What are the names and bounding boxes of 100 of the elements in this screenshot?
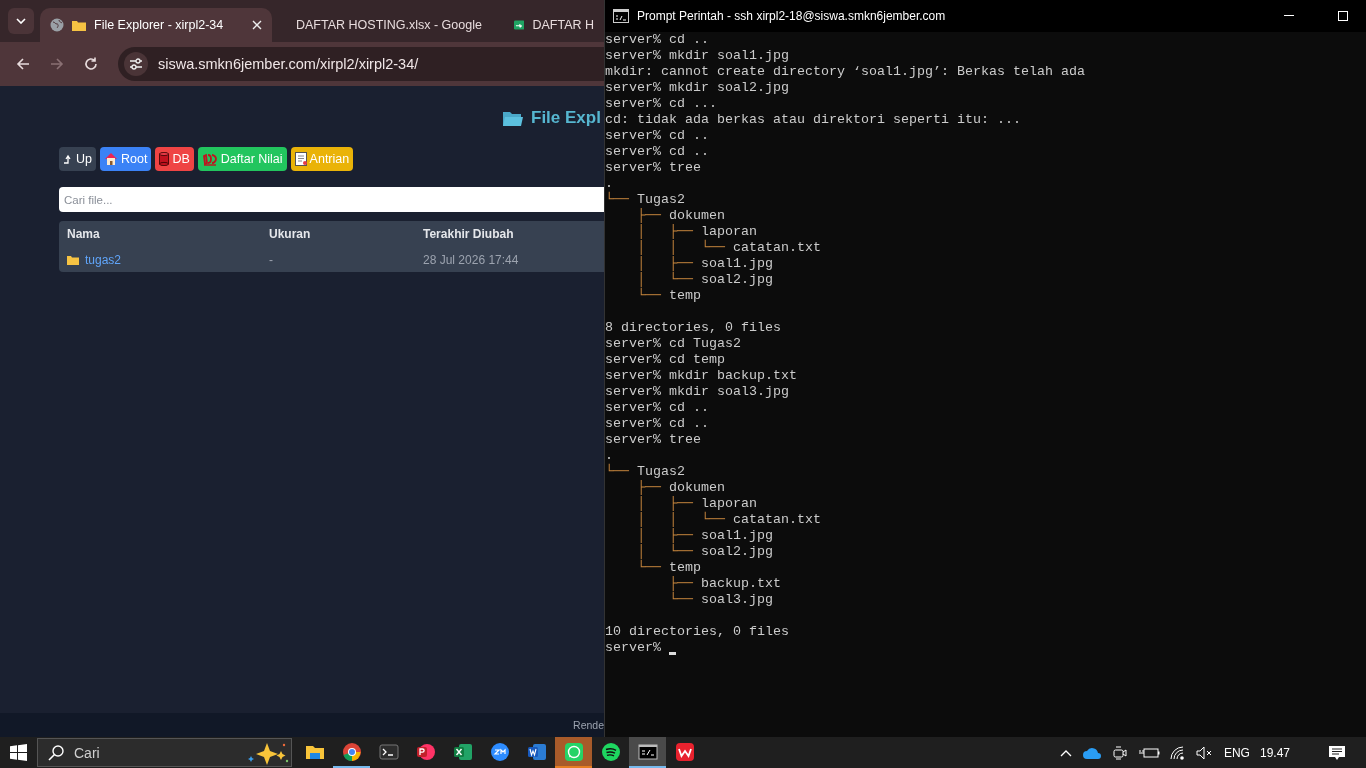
muted-speaker-icon[interactable] — [1195, 745, 1214, 760]
folder-icon — [67, 254, 79, 265]
terminal-line: 10 directories, 0 files — [605, 624, 789, 640]
terminal-line: . — [605, 448, 613, 463]
tree-branch: │ │ └── — [636, 240, 726, 256]
terminal-line: server% cd .. — [605, 400, 709, 416]
back-arrow-icon — [15, 56, 31, 72]
tree-entry: temp — [669, 560, 701, 576]
terminal-line: 8 directories, 0 files — [605, 320, 781, 336]
tree-entry: soal2.jpg — [701, 272, 773, 288]
tree-entry: catatan.txt — [733, 512, 821, 528]
globe-icon — [50, 18, 64, 32]
terminal-line: cd: tidak ada berkas atau direktori seperti itu: ... — [605, 112, 1021, 128]
terminal-line: server% mkdir soal1.jpg — [605, 48, 789, 64]
tree-branch: ├── — [668, 576, 694, 592]
tree-branch: │ │ └── — [636, 512, 726, 528]
table-cell-text: 28 Jul 2026 17:44 — [422, 251, 520, 269]
tree-branch: └── — [605, 464, 630, 480]
battery-icon[interactable] — [1137, 746, 1160, 759]
cylinder-icon — [159, 152, 170, 166]
tree-branch: └── — [668, 592, 694, 608]
terminal-icon — [378, 741, 399, 762]
spotify-icon — [600, 741, 621, 762]
tree-branch: └── — [605, 192, 630, 208]
folder-icon — [72, 19, 86, 31]
terminal-line: . — [605, 176, 613, 191]
terminal-line: server% cd temp — [605, 352, 725, 368]
folder-link[interactable]: tugas2 — [85, 252, 122, 267]
return-arrow-icon — [63, 154, 73, 164]
language-indicator[interactable]: ENG — [1223, 745, 1250, 760]
console-icon — [613, 9, 629, 23]
terminal-line: server% tree — [605, 160, 701, 176]
site-info-button[interactable] — [124, 52, 148, 76]
forward-arrow-icon — [49, 56, 65, 72]
tree-branch: │ ├── — [636, 256, 694, 272]
search-icon — [48, 744, 64, 761]
taskbar-search-bar[interactable]: Cari — [37, 738, 292, 767]
tree-entry: Tugas2 — [637, 464, 685, 480]
folder-icon — [503, 110, 523, 126]
tree-branch: └── — [636, 288, 662, 304]
terminal-line: server% cd .. — [605, 416, 709, 432]
zoom-icon — [489, 741, 510, 762]
search-field[interactable]: Cari file... — [59, 187, 604, 212]
tree-entry: soal3.jpg — [701, 592, 773, 608]
clock[interactable]: 19.47 — [1259, 745, 1290, 760]
reload-icon — [83, 56, 99, 72]
whatsapp-icon — [563, 741, 584, 762]
nav-button[interactable]: Root — [100, 147, 152, 171]
tab-search-button[interactable] — [8, 8, 34, 34]
tree-entry: laporan — [701, 224, 757, 239]
cloud-icon[interactable] — [1081, 746, 1102, 759]
tree-entry: dokumen — [669, 480, 725, 496]
tree-entry: temp — [669, 288, 701, 304]
tree-branch: ├── — [636, 480, 662, 496]
table-cell-text: - — [268, 251, 274, 269]
tree-entry: soal1.jpg — [701, 256, 773, 272]
cmd-icon — [637, 741, 658, 762]
window-title: Prompt Perintah - ssh xirpl2-18@siswa.smkn6jember.com — [637, 9, 947, 23]
terminal-line: server% mkdir backup.txt — [605, 368, 797, 384]
excel-icon — [452, 741, 473, 762]
chevron-up-icon[interactable] — [1059, 748, 1072, 757]
nav-button[interactable]: Up — [59, 147, 96, 171]
tree-branch: │ └── — [636, 272, 694, 288]
taskbar-app[interactable] — [629, 737, 666, 768]
house-icon — [104, 152, 118, 166]
tree-branch: │ ├── — [636, 224, 694, 240]
terminal-line: server% tree — [605, 432, 701, 448]
nav-button[interactable]: DB — [155, 147, 194, 171]
wifi-icon[interactable] — [1169, 745, 1186, 760]
close-icon[interactable] — [252, 20, 262, 30]
chrome-icon — [341, 741, 362, 762]
terminal-line: server% cd .. — [605, 128, 709, 144]
notification-icon[interactable] — [1328, 744, 1346, 761]
tree-entry: soal2.jpg — [701, 544, 773, 560]
column-header[interactable]: Ukuran — [261, 221, 415, 247]
terminal-line: server% cd Tugas2 — [605, 336, 741, 352]
tree-branch: ├── — [636, 208, 662, 224]
caret-icon — [16, 18, 26, 24]
tree-entry: laporan — [701, 496, 757, 511]
browser-tab[interactable]: DAFTAR H — [504, 8, 594, 42]
terminal-line: server% mkdir soal2.jpg — [605, 80, 789, 96]
word-icon — [526, 741, 547, 762]
tree-entry: catatan.txt — [733, 240, 821, 256]
tree-branch: │ ├── — [636, 528, 694, 544]
camera-icon[interactable] — [1111, 744, 1128, 761]
column-header[interactable]: Terakhir Diubah — [415, 221, 604, 247]
browser-tab[interactable]: DAFTAR HOSTING.xlsx - Google — [278, 8, 498, 42]
tree-branch: │ ├── — [636, 496, 694, 512]
terminal-line: server% cd .. — [605, 32, 709, 48]
search-input[interactable]: Cari — [72, 743, 235, 762]
footer-text: Rende — [573, 719, 604, 731]
tree-branch: │ └── — [636, 544, 694, 560]
terminal-prompt: server% — [605, 640, 661, 656]
column-header[interactable]: Nama — [59, 221, 261, 247]
tree-entry: soal1.jpg — [701, 528, 773, 544]
minimize-icon — [1284, 15, 1294, 17]
powerpoint-icon — [415, 741, 436, 762]
tree-entry: Tugas2 — [637, 192, 685, 208]
browser-tab[interactable]: File Explorer - xirpl2-34 — [40, 8, 272, 42]
wps-icon — [674, 741, 695, 762]
